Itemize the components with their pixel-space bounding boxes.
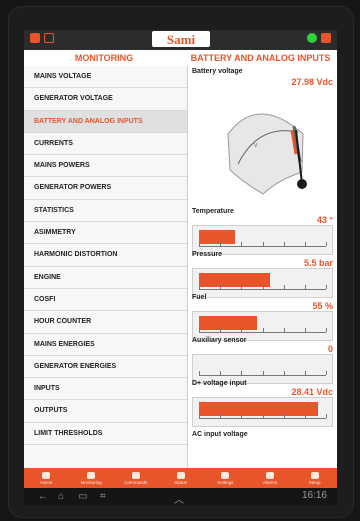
battery-gauge: V bbox=[227, 113, 307, 195]
monitoring-menu: MAINS VOLTAGE GENERATOR VOLTAGE BATTERY AN… bbox=[24, 66, 188, 468]
menu-item[interactable]: BATTERY AND ANALOG INPUTS bbox=[24, 110, 187, 133]
temperature-ticks bbox=[199, 242, 327, 247]
tab-label: Home bbox=[40, 479, 53, 485]
tab-icon bbox=[87, 471, 96, 479]
tab-item[interactable]: Commands bbox=[113, 468, 158, 488]
app-logo: Sami bbox=[152, 31, 210, 47]
battery-value: 27.98 Vdc bbox=[291, 77, 333, 87]
header-left-icons bbox=[30, 33, 54, 43]
fuel-label: Fuel bbox=[192, 294, 207, 301]
home-icon[interactable]: ⌂ bbox=[58, 491, 64, 502]
screenshot-icon[interactable]: ⌗ bbox=[100, 491, 106, 502]
menu-item[interactable]: GENERATOR POWERS bbox=[24, 177, 187, 200]
tab-label: Commands bbox=[124, 479, 148, 485]
menu-item[interactable]: CURRENTS bbox=[24, 133, 187, 156]
back-icon[interactable]: ← bbox=[38, 491, 48, 502]
wifi-icon bbox=[44, 33, 54, 43]
auxiliary-label: Auxiliary sensor bbox=[192, 337, 247, 344]
tab-label: Settings bbox=[217, 479, 234, 485]
left-panel-title: MONITORING bbox=[74, 53, 134, 63]
auxiliary-section: Auxiliary sensor 0 bbox=[192, 337, 333, 384]
title-bar: MONITORING BATTERY AND ANALOG INPUTS bbox=[24, 50, 337, 66]
menu-icon[interactable] bbox=[30, 33, 40, 43]
menu-item[interactable]: HOUR COUNTER bbox=[24, 311, 187, 334]
battery-section: Battery voltage 27.98 Vdc bbox=[192, 68, 333, 87]
menu-item[interactable]: GENERATOR VOLTAGE bbox=[24, 88, 187, 111]
chevron-up-icon[interactable]: ︿ bbox=[174, 491, 184, 505]
menu-item[interactable]: INPUTS bbox=[24, 378, 187, 401]
menu-item[interactable]: MAINS VOLTAGE bbox=[24, 66, 187, 89]
tab-icon bbox=[176, 471, 185, 479]
pressure-section: Pressure 5.5 bar bbox=[192, 251, 333, 298]
tab-icon bbox=[131, 471, 140, 479]
tab-item[interactable]: Status bbox=[158, 468, 203, 488]
menu-item[interactable]: STATISTICS bbox=[24, 200, 187, 223]
tab-item[interactable]: Monitoring bbox=[69, 468, 114, 488]
tab-item[interactable]: Home bbox=[24, 468, 69, 488]
connection-status-icon bbox=[307, 33, 317, 43]
alarm-icon[interactable] bbox=[321, 33, 331, 43]
temperature-label: Temperature bbox=[192, 208, 234, 215]
menu-item[interactable]: LIMIT THRESHOLDS bbox=[24, 423, 187, 446]
tab-item[interactable]: Settings bbox=[203, 468, 248, 488]
header-right-icons bbox=[307, 33, 331, 43]
ac-section: AC input voltage bbox=[192, 431, 333, 438]
auxiliary-ticks bbox=[199, 371, 327, 376]
dplus-value: 28.41 Vdc bbox=[291, 387, 333, 397]
menu-item[interactable]: MAINS POWERS bbox=[24, 155, 187, 178]
menu-item[interactable]: COSFI bbox=[24, 289, 187, 312]
tab-label: Alarms bbox=[262, 479, 277, 485]
tab-label: Status bbox=[174, 479, 187, 485]
tab-label: Setup bbox=[308, 479, 321, 485]
recent-apps-icon[interactable]: ▭ bbox=[78, 491, 87, 502]
tab-icon bbox=[221, 471, 230, 479]
fuel-section: Fuel 55 % bbox=[192, 294, 333, 341]
battery-label: Battery voltage bbox=[192, 68, 243, 75]
pressure-ticks bbox=[199, 285, 327, 290]
auxiliary-value: 0 bbox=[327, 344, 333, 354]
tab-item[interactable]: Setup bbox=[292, 468, 337, 488]
dplus-ticks bbox=[199, 414, 327, 419]
tab-item[interactable]: Alarms bbox=[248, 468, 293, 488]
system-time: 16:16 bbox=[301, 490, 327, 501]
app-header: Sami bbox=[24, 30, 337, 50]
menu-item[interactable]: ENGINE bbox=[24, 267, 187, 289]
tablet-screen: Sami MONITORING BATTERY AND ANALOG INPUT… bbox=[24, 30, 337, 505]
tab-icon bbox=[265, 471, 274, 479]
dplus-label: D+ voltage input bbox=[192, 380, 247, 387]
menu-item[interactable]: HARMONIC DISTORTION bbox=[24, 244, 187, 267]
pressure-value: 5.5 bar bbox=[303, 258, 333, 268]
pressure-label: Pressure bbox=[192, 251, 222, 258]
temperature-section: Temperature 43 ° bbox=[192, 208, 333, 255]
temperature-value: 43 ° bbox=[316, 215, 333, 225]
bottom-tabbar: Home Monitoring Commands Status Settings Alar… bbox=[24, 468, 337, 488]
ac-label: AC input voltage bbox=[192, 431, 248, 438]
analog-panel: Battery voltage 27.98 Vdc V Temperature … bbox=[188, 66, 337, 468]
fuel-value: 55 % bbox=[312, 301, 333, 311]
fuel-ticks bbox=[199, 328, 327, 333]
tab-icon bbox=[42, 471, 51, 479]
menu-item[interactable]: ASIMMETRY bbox=[24, 222, 187, 245]
android-navbar: ← ⌂ ▭ ⌗ ︿ 16:16 bbox=[24, 488, 337, 505]
menu-item[interactable]: GENERATOR ENERGIES bbox=[24, 356, 187, 379]
menu-item[interactable]: MAINS ENERGIES bbox=[24, 334, 187, 356]
dplus-bar bbox=[192, 397, 333, 427]
tab-label: Monitoring bbox=[80, 479, 102, 485]
right-panel-title: BATTERY AND ANALOG INPUTS bbox=[190, 53, 331, 63]
dplus-section: D+ voltage input 28.41 Vdc bbox=[192, 380, 333, 427]
tab-icon bbox=[310, 471, 319, 479]
menu-item[interactable]: OUTPUTS bbox=[24, 400, 187, 423]
